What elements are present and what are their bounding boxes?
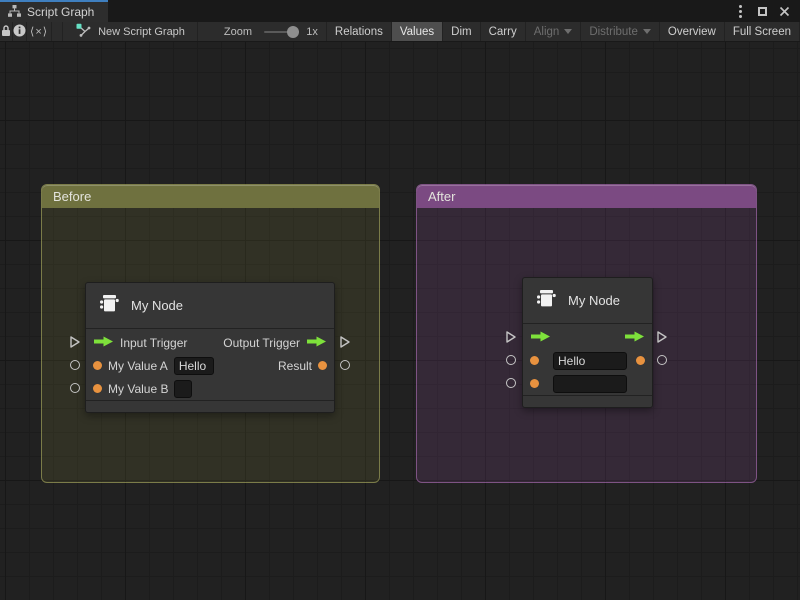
port-row-value-b	[523, 372, 652, 395]
flow-input-port-icon[interactable]	[93, 336, 114, 350]
node-header[interactable]: My Node	[86, 283, 334, 329]
code-icon: ⟨×⟩	[30, 25, 48, 38]
unit-node-icon	[97, 291, 121, 320]
value-input-port-icon[interactable]	[530, 379, 539, 388]
button-label: Overview	[668, 26, 716, 38]
button-label: Relations	[335, 26, 383, 38]
button-label: Carry	[489, 26, 517, 38]
node-header[interactable]: My Node	[523, 278, 652, 324]
toolbar-button-carry[interactable]: Carry	[481, 22, 526, 41]
tab-title: Script Graph	[27, 5, 94, 19]
port-row-trigger: Input Trigger Output Trigger	[86, 331, 334, 354]
external-flow-port-triangle-icon[interactable]	[69, 335, 81, 349]
flow-output-port-icon[interactable]	[624, 331, 645, 345]
close-icon[interactable]	[776, 3, 792, 19]
external-value-port-circle-icon[interactable]	[340, 360, 350, 370]
toolbar-button-values[interactable]: Values	[392, 22, 443, 41]
button-label: Distribute	[589, 26, 638, 38]
lock-button[interactable]	[0, 22, 13, 41]
group-before-title: Before	[53, 189, 91, 204]
info-button[interactable]	[13, 22, 27, 41]
node-title: My Node	[568, 293, 620, 308]
node-my-node-before[interactable]: My Node Input Trigger Output Trigger My …	[85, 282, 335, 413]
node-footer	[523, 395, 652, 407]
port-label-my-value-b: My Value B	[108, 382, 168, 396]
node-footer	[86, 400, 334, 412]
code-preview-button[interactable]: ⟨×⟩	[27, 22, 52, 41]
external-flow-port-triangle-icon[interactable]	[339, 335, 351, 349]
zoom-value: 1x	[306, 22, 318, 41]
dropdown-arrow-icon	[643, 29, 651, 34]
button-label: Dim	[451, 26, 471, 38]
lock-icon	[0, 24, 12, 40]
toolbar-button-relations[interactable]: Relations	[327, 22, 392, 41]
script-graph-icon	[75, 23, 91, 40]
port-row-value-a	[523, 349, 652, 372]
graph-hierarchy-icon	[8, 5, 21, 20]
menu-dots-icon[interactable]	[732, 3, 748, 19]
flow-output-port-icon[interactable]	[306, 336, 327, 350]
toolbar-button-distribute[interactable]: Distribute	[581, 22, 660, 41]
external-value-port-circle-icon[interactable]	[70, 383, 80, 393]
button-label: Align	[534, 26, 560, 38]
port-label-my-value-a: My Value A	[108, 359, 168, 373]
value-b-input[interactable]	[553, 375, 627, 393]
info-icon	[13, 24, 26, 40]
port-label-result: Result	[278, 359, 312, 373]
value-a-input[interactable]	[174, 357, 214, 375]
group-after-header[interactable]: After	[417, 185, 756, 208]
graph-canvas[interactable]: Before After My Node Input Trigger	[0, 42, 800, 600]
toolbar-button-align[interactable]: Align	[526, 22, 582, 41]
node-my-node-after[interactable]: My Node	[522, 277, 653, 408]
value-input-port-icon[interactable]	[530, 356, 539, 365]
port-row-value-b: My Value B	[86, 377, 334, 400]
group-after-title: After	[428, 189, 455, 204]
port-row-value-a: My Value A Result	[86, 354, 334, 377]
external-value-port-circle-icon[interactable]	[506, 355, 516, 365]
flow-input-port-icon[interactable]	[530, 331, 551, 345]
new-script-graph-button[interactable]: New Script Graph	[62, 22, 198, 41]
maximize-icon[interactable]	[754, 3, 770, 19]
group-before-header[interactable]: Before	[42, 185, 379, 208]
window-controls	[732, 0, 800, 22]
zoom-slider-handle[interactable]	[287, 26, 299, 38]
tab-bar: Script Graph	[0, 0, 800, 22]
button-label: Values	[400, 26, 434, 38]
toolbar-button-fullscreen[interactable]: Full Screen	[725, 22, 800, 41]
tab-script-graph[interactable]: Script Graph	[0, 0, 108, 22]
external-value-port-circle-icon[interactable]	[70, 360, 80, 370]
value-output-port-icon[interactable]	[318, 361, 327, 370]
value-input-port-icon[interactable]	[93, 361, 102, 370]
node-title: My Node	[131, 298, 183, 313]
toolbar-toggles: Relations Values Dim Carry Align Distrib…	[326, 22, 800, 41]
new-script-graph-label: New Script Graph	[98, 26, 185, 38]
external-value-port-circle-icon[interactable]	[506, 378, 516, 388]
value-output-port-icon[interactable]	[636, 356, 645, 365]
toolbar-button-dim[interactable]: Dim	[443, 22, 480, 41]
zoom-label: Zoom	[224, 22, 252, 41]
value-b-input[interactable]	[174, 380, 192, 398]
node-body: Input Trigger Output Trigger My Value A …	[86, 329, 334, 400]
zoom-slider[interactable]	[264, 22, 299, 41]
unit-node-icon	[534, 286, 558, 315]
external-flow-port-triangle-icon[interactable]	[505, 330, 517, 344]
value-a-input[interactable]	[553, 352, 627, 370]
button-label: Full Screen	[733, 26, 791, 38]
external-value-port-circle-icon[interactable]	[657, 355, 667, 365]
dropdown-arrow-icon	[564, 29, 572, 34]
toolbar-button-overview[interactable]: Overview	[660, 22, 725, 41]
port-label-output-trigger: Output Trigger	[223, 336, 300, 350]
external-flow-port-triangle-icon[interactable]	[656, 330, 668, 344]
graph-toolbar: ⟨×⟩ New Script Graph Zoom 1x Relations V…	[0, 22, 800, 42]
port-row-trigger	[523, 326, 652, 349]
script-graph-window: Script Graph ⟨×⟩ New S	[0, 0, 800, 600]
value-input-port-icon[interactable]	[93, 384, 102, 393]
node-body	[523, 324, 652, 395]
port-label-input-trigger: Input Trigger	[120, 336, 187, 350]
